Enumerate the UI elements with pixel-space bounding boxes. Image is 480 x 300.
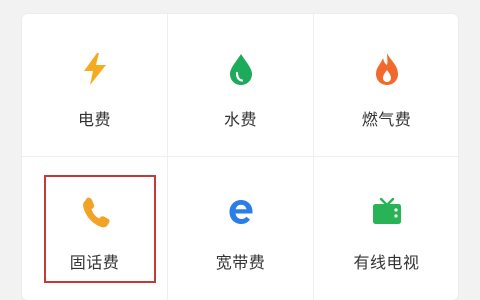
tile-label: 燃气费 — [361, 110, 412, 129]
bill-category-grid: 电费 水费 燃气费 固话费 宽带费 有线电视 — [22, 14, 458, 300]
tile-cable-tv[interactable]: 有线电视 — [314, 157, 459, 299]
tile-electricity[interactable]: 电费 — [22, 14, 167, 156]
lightning-icon — [78, 52, 112, 86]
tile-water[interactable]: 水费 — [168, 14, 313, 156]
tile-label: 水费 — [223, 110, 257, 129]
water-drop-icon — [224, 52, 258, 86]
tile-gas[interactable]: 燃气费 — [314, 14, 459, 156]
broadband-e-icon — [224, 195, 258, 229]
tile-label: 有线电视 — [353, 253, 420, 272]
flame-icon — [370, 52, 404, 86]
tile-broadband[interactable]: 宽带费 — [168, 157, 313, 299]
tv-icon — [370, 195, 404, 229]
tile-label: 电费 — [77, 110, 111, 129]
phone-icon — [78, 195, 112, 229]
tile-label: 宽带费 — [215, 253, 266, 272]
bill-category-card: 电费 水费 燃气费 固话费 宽带费 有线电视 — [22, 14, 458, 300]
tile-landline[interactable]: 固话费 — [22, 157, 167, 299]
tile-label: 固话费 — [69, 253, 120, 272]
